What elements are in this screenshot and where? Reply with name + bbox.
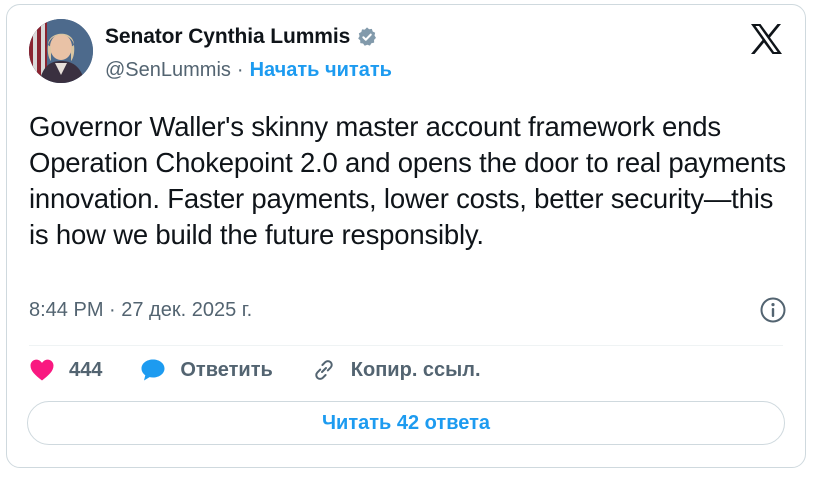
like-count: 444 [69, 358, 103, 381]
reply-label: Ответить [180, 358, 273, 381]
heart-icon [30, 359, 54, 381]
like-button[interactable]: 444 [29, 358, 102, 382]
read-replies-button[interactable]: Читать 42 ответа [27, 401, 785, 445]
reply-button[interactable]: Ответить [140, 358, 273, 382]
avatar-image [29, 19, 93, 83]
author-display-name[interactable]: Senator Cynthia Lummis [105, 25, 350, 49]
verified-badge-icon [356, 26, 378, 48]
copy-link-label: Копир. ссыл. [350, 358, 481, 381]
link-icon [315, 360, 333, 380]
separator-dot: · [236, 59, 244, 81]
tweet-text: Governor Waller's skinny master account … [29, 111, 786, 250]
x-logo-icon[interactable] [749, 23, 783, 55]
avatar[interactable] [29, 19, 93, 83]
author-handle[interactable]: @SenLummis [105, 59, 231, 82]
tweet-embed-card: Senator Cynthia Lummis @SenLummis · Нача… [6, 4, 806, 468]
info-icon[interactable] [759, 296, 787, 324]
speech-bubble-icon [141, 359, 165, 381]
read-replies-label: Читать 42 ответа [321, 411, 491, 434]
actions-divider [29, 345, 783, 346]
copy-link-button[interactable]: Копир. ссыл. [311, 357, 481, 383]
tweet-timestamp[interactable]: 8:44 PM · 27 дек. 2025 г. [29, 299, 252, 322]
follow-link[interactable]: Начать читать [250, 59, 392, 82]
